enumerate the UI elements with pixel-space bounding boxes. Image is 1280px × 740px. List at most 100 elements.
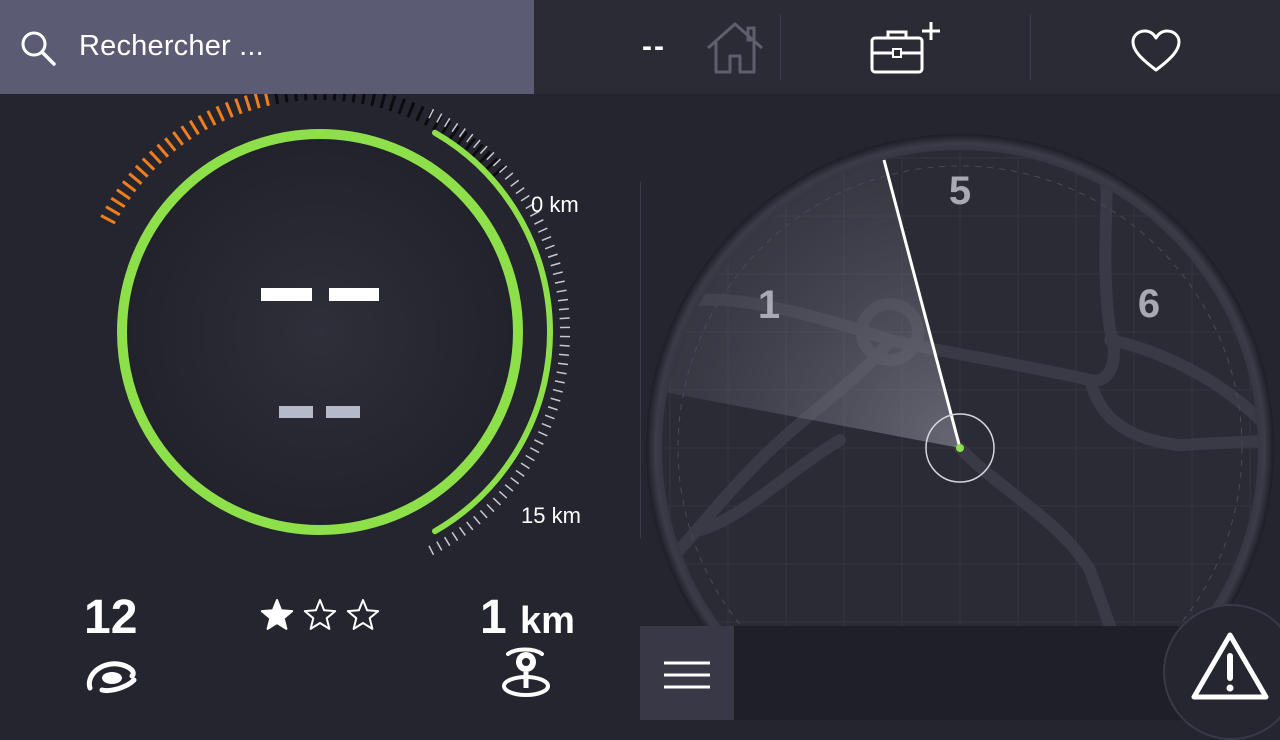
- distance-tick: [560, 345, 570, 346]
- divider: [1030, 14, 1031, 80]
- distance-tick: [560, 318, 570, 319]
- gauge-tick: [236, 99, 241, 114]
- gauge-tick: [399, 99, 404, 114]
- star-empty-icon: [348, 600, 378, 629]
- gauge-tick: [199, 116, 207, 130]
- distance-tick: [558, 299, 568, 300]
- distance-tick: [542, 237, 551, 241]
- gauge-tick: [226, 102, 232, 117]
- distance-tick: [553, 272, 563, 274]
- gauge-tick: [129, 174, 141, 184]
- gauge-tick: [217, 106, 224, 121]
- primary-value-placeholder: [329, 288, 379, 301]
- gauge-tick: [101, 216, 115, 224]
- distance-tick: [545, 415, 554, 418]
- distance-value-group: 1 km: [480, 590, 575, 645]
- radar-map[interactable]: 1 5 6: [640, 94, 1280, 626]
- customers-count: 12: [84, 590, 137, 645]
- distance-tick: [534, 220, 543, 224]
- gauge-tick: [106, 207, 120, 215]
- gauge-tick: [190, 121, 198, 135]
- distance-tick: [467, 522, 473, 530]
- distance-tick: [558, 363, 568, 364]
- divider: [780, 14, 781, 80]
- distance-tick: [542, 424, 551, 428]
- gauge-tick: [158, 145, 168, 157]
- zone-label: 6: [1138, 282, 1160, 326]
- star-filled-icon: [262, 600, 292, 629]
- distance-value: 1: [480, 591, 507, 644]
- current-position-dot: [956, 444, 964, 452]
- distance-unit: km: [520, 600, 575, 642]
- gauge-tick: [143, 159, 154, 170]
- gauge-tick: [182, 126, 191, 139]
- distance-tick: [530, 448, 539, 453]
- gauge-tick: [255, 94, 259, 108]
- distance-tick: [474, 516, 480, 524]
- distance-tick: [516, 470, 524, 476]
- gauge-tick: [285, 94, 287, 102]
- distance-tick: [557, 372, 567, 374]
- star-empty-icon: [305, 600, 335, 629]
- gauge-tick: [111, 198, 124, 207]
- gauge-tick: [344, 94, 346, 101]
- gauge-tick: [165, 138, 175, 151]
- distance-tick: [553, 390, 563, 392]
- distance-tick: [538, 228, 547, 232]
- gauge-tick: [334, 94, 335, 100]
- primary-value-placeholder: [261, 288, 312, 301]
- gauge-tick: [275, 94, 278, 104]
- distance-tick: [557, 290, 567, 292]
- distance-tick: [559, 354, 569, 355]
- distance-tick: [437, 542, 442, 551]
- heart-icon[interactable]: [1130, 28, 1182, 74]
- distance-tick: [521, 463, 529, 468]
- distance-tick: [516, 188, 524, 194]
- distance-tick: [493, 498, 500, 505]
- search-bar[interactable]: Rechercher ...: [0, 0, 534, 94]
- distance-tick: [511, 478, 519, 484]
- gauge-tick: [173, 132, 182, 145]
- distance-tick: [511, 180, 519, 186]
- secondary-value-placeholder: [279, 406, 313, 418]
- distance-tick: [429, 546, 434, 555]
- gauge-tick: [117, 190, 130, 199]
- customers-icon: [82, 654, 142, 694]
- gauge-tick: [492, 166, 504, 177]
- distance-tick: [559, 309, 569, 310]
- gauge-tick: [150, 151, 161, 163]
- gauge-tick: [353, 94, 355, 102]
- home-icon[interactable]: [702, 20, 768, 76]
- gauge-tick: [362, 94, 365, 104]
- gauge-tick: [208, 111, 215, 125]
- distance-tick: [538, 432, 547, 436]
- distance-tick: [480, 510, 487, 517]
- search-icon: [18, 28, 58, 68]
- secondary-value-placeholder: [326, 406, 360, 418]
- distance-tick: [452, 532, 458, 540]
- gauge-tick: [417, 107, 424, 122]
- gauge-tick: [305, 94, 306, 100]
- gauge-tick: [372, 94, 376, 106]
- distance-tick: [548, 407, 558, 410]
- home-value: --: [642, 30, 666, 64]
- search-input[interactable]: Rechercher ...: [79, 30, 264, 63]
- status-gauge: [0, 94, 640, 564]
- rating-stars: [258, 596, 382, 634]
- distance-tick: [555, 281, 565, 283]
- gauge-tick: [123, 182, 136, 192]
- distance-tick: [551, 263, 561, 266]
- distance-tick: [487, 504, 494, 511]
- distance-tick: [474, 140, 480, 148]
- briefcase-plus-icon[interactable]: [868, 20, 944, 78]
- distance-tick: [545, 245, 554, 248]
- distance-tick: [505, 173, 513, 179]
- distance-tick: [521, 195, 529, 200]
- zone-label: 1: [758, 283, 780, 327]
- distance-tick: [534, 440, 543, 444]
- gauge-tick: [265, 94, 269, 106]
- gauge-tick: [442, 121, 450, 135]
- distance-tick: [548, 254, 558, 257]
- gauge-tick: [295, 94, 297, 101]
- distance-tick: [526, 455, 535, 460]
